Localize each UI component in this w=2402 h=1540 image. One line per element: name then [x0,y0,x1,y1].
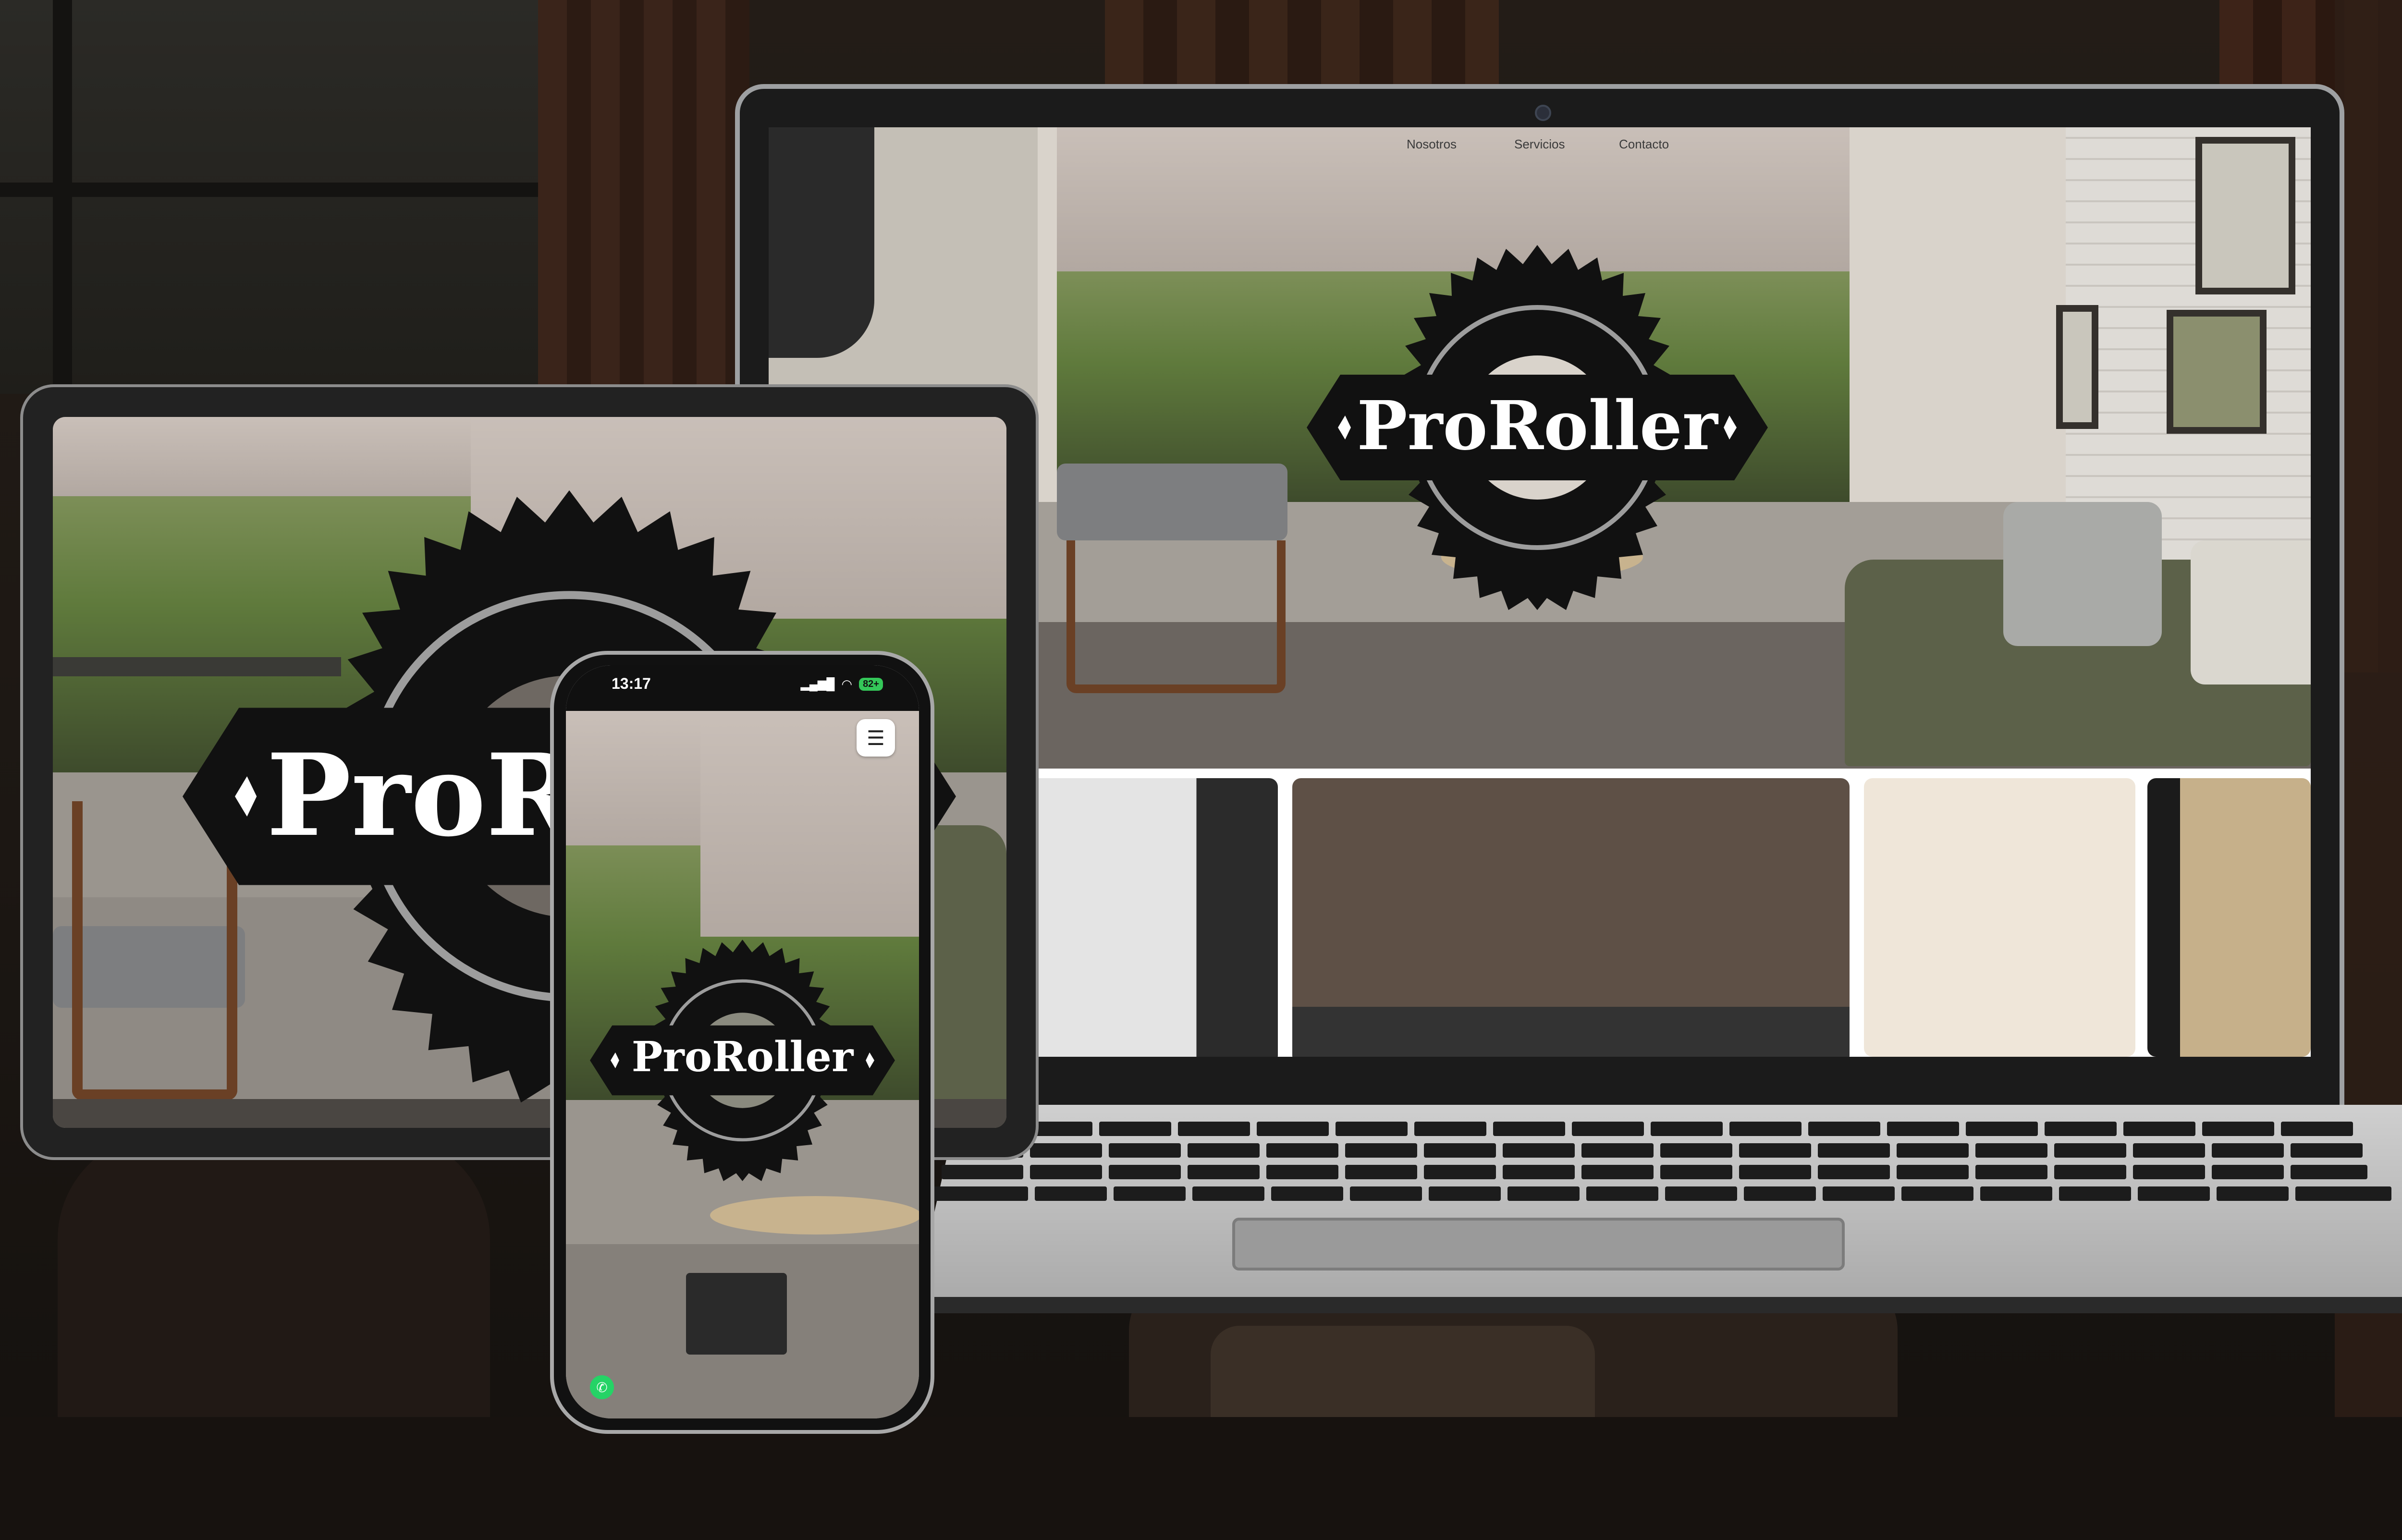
background-curtain [538,0,749,384]
keyboard-row [932,1186,2398,1201]
top-navigation: Nosotros Servicios Contacto [769,133,2311,162]
gallery-item[interactable] [1292,778,1850,1057]
battery-indicator: 82+ [859,678,883,691]
keyboard-row [961,1122,2360,1136]
mirror [769,127,874,358]
proroller-logo: ProRoller [1307,245,1768,610]
status-icons: ▂▄▆█ ◠ 82+ [800,677,883,692]
hamburger-icon[interactable]: ☰ [857,719,895,757]
trackpad [1232,1218,1845,1271]
keyboard-row [942,1165,2374,1179]
background-window [0,0,552,394]
wifi-icon: ◠ [841,677,853,691]
background-floor [0,1417,2402,1540]
nav-link-servicios[interactable]: Servicios [1514,137,1565,152]
signal-icon: ▂▄▆█ [800,678,835,691]
gallery-item[interactable] [2147,778,2311,1057]
nav-link-contacto[interactable]: Contacto [1619,137,1669,152]
logo-wordmark: ProRoller [1357,387,1718,465]
phone-website-screen: ProRoller 13:17 ▂▄▆█ ◠ 82+ ☰ ✆ [566,665,919,1418]
logo-wordmark: ProRoller [631,1033,854,1081]
phone-status-bar: 13:17 ▂▄▆█ ◠ 82+ [566,665,919,711]
background-curtain [1105,0,1499,86]
gallery-item[interactable] [1006,778,1278,1057]
proroller-logo: ProRoller [590,939,895,1182]
whatsapp-icon[interactable]: ✆ [590,1375,614,1399]
gallery-item[interactable] [1864,778,2135,1057]
nav-link-nosotros[interactable]: Nosotros [1407,137,1457,152]
status-time: 13:17 [612,675,651,692]
keyboard-row [951,1143,2369,1158]
laptop-base [894,1297,2402,1313]
webcam-icon [1535,105,1551,121]
